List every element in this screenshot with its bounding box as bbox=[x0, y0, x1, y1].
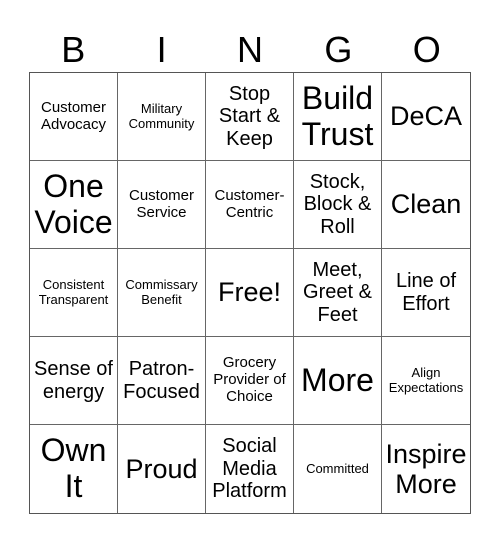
cell-label: Patron-Focused bbox=[123, 358, 200, 403]
cell-label: Inspire More bbox=[385, 438, 467, 499]
bingo-cell[interactable]: Build Trust bbox=[294, 73, 382, 161]
bingo-cell[interactable]: Committed bbox=[294, 425, 382, 513]
cell-label: Own It bbox=[40, 432, 107, 504]
header-letter-n: N bbox=[236, 29, 263, 70]
cell-label: Stop Start & Keep bbox=[218, 82, 281, 150]
bingo-cell[interactable]: Customer-Centric bbox=[206, 161, 294, 249]
cell-label: Grocery Provider of Choice bbox=[213, 354, 286, 405]
cell-label: Social Media Platform bbox=[212, 435, 287, 503]
bingo-cell[interactable]: Meet, Greet & Feet bbox=[294, 249, 382, 337]
bingo-cell[interactable]: Align Expectations bbox=[382, 337, 470, 425]
cell-label: Meet, Greet & Feet bbox=[303, 258, 372, 326]
cell-label: Committed bbox=[306, 460, 369, 476]
header-letter-b: B bbox=[61, 29, 86, 70]
bingo-cell[interactable]: Proud bbox=[118, 425, 206, 513]
bingo-cell[interactable]: Customer Advocacy bbox=[30, 73, 118, 161]
header-letter-i: I bbox=[156, 29, 167, 70]
bingo-cell[interactable]: Clean bbox=[382, 161, 470, 249]
bingo-cell[interactable]: Own It bbox=[30, 425, 118, 513]
bingo-cell[interactable]: Stock, Block & Roll bbox=[294, 161, 382, 249]
cell-label: Sense of energy bbox=[34, 358, 113, 403]
bingo-card-grid: Customer Advocacy Military Community Sto… bbox=[29, 72, 471, 514]
cell-label: Stock, Block & Roll bbox=[303, 170, 372, 238]
cell-label: Consistent Transparent bbox=[38, 276, 109, 307]
cell-label: Clean bbox=[390, 189, 462, 220]
bingo-cell[interactable]: Consistent Transparent bbox=[30, 249, 118, 337]
cell-label: More bbox=[301, 361, 374, 398]
cell-label: Free! bbox=[217, 277, 282, 308]
bingo-cell[interactable]: Military Community bbox=[118, 73, 206, 161]
bingo-cell[interactable]: More bbox=[294, 337, 382, 425]
bingo-header: B I N G O bbox=[29, 28, 471, 72]
cell-label: Customer Service bbox=[128, 186, 195, 221]
cell-label: One Voice bbox=[34, 167, 113, 240]
bingo-cell[interactable]: Line of Effort bbox=[382, 249, 470, 337]
cell-label: Customer-Centric bbox=[214, 186, 285, 221]
cell-label: Military Community bbox=[128, 100, 195, 131]
bingo-cell[interactable]: Social Media Platform bbox=[206, 425, 294, 513]
cell-label: Build Trust bbox=[301, 79, 374, 152]
header-letter-g: G bbox=[324, 29, 353, 70]
cell-label: Align Expectations bbox=[388, 364, 464, 395]
free-space-cell[interactable]: Free! bbox=[206, 249, 294, 337]
bingo-cell[interactable]: Stop Start & Keep bbox=[206, 73, 294, 161]
bingo-cell[interactable]: One Voice bbox=[30, 161, 118, 249]
bingo-cell[interactable]: Grocery Provider of Choice bbox=[206, 337, 294, 425]
bingo-cell[interactable]: Sense of energy bbox=[30, 337, 118, 425]
bingo-cell[interactable]: Commissary Benefit bbox=[118, 249, 206, 337]
cell-label: DeCA bbox=[389, 101, 463, 132]
bingo-cell[interactable]: Patron-Focused bbox=[118, 337, 206, 425]
cell-label: Customer Advocacy bbox=[40, 98, 107, 133]
cell-label: Proud bbox=[125, 453, 198, 484]
bingo-cell[interactable]: Inspire More bbox=[382, 425, 470, 513]
bingo-cell[interactable]: Customer Service bbox=[118, 161, 206, 249]
bingo-cell[interactable]: DeCA bbox=[382, 73, 470, 161]
cell-label: Line of Effort bbox=[395, 270, 457, 315]
cell-label: Commissary Benefit bbox=[125, 276, 198, 307]
header-letter-o: O bbox=[412, 29, 441, 70]
